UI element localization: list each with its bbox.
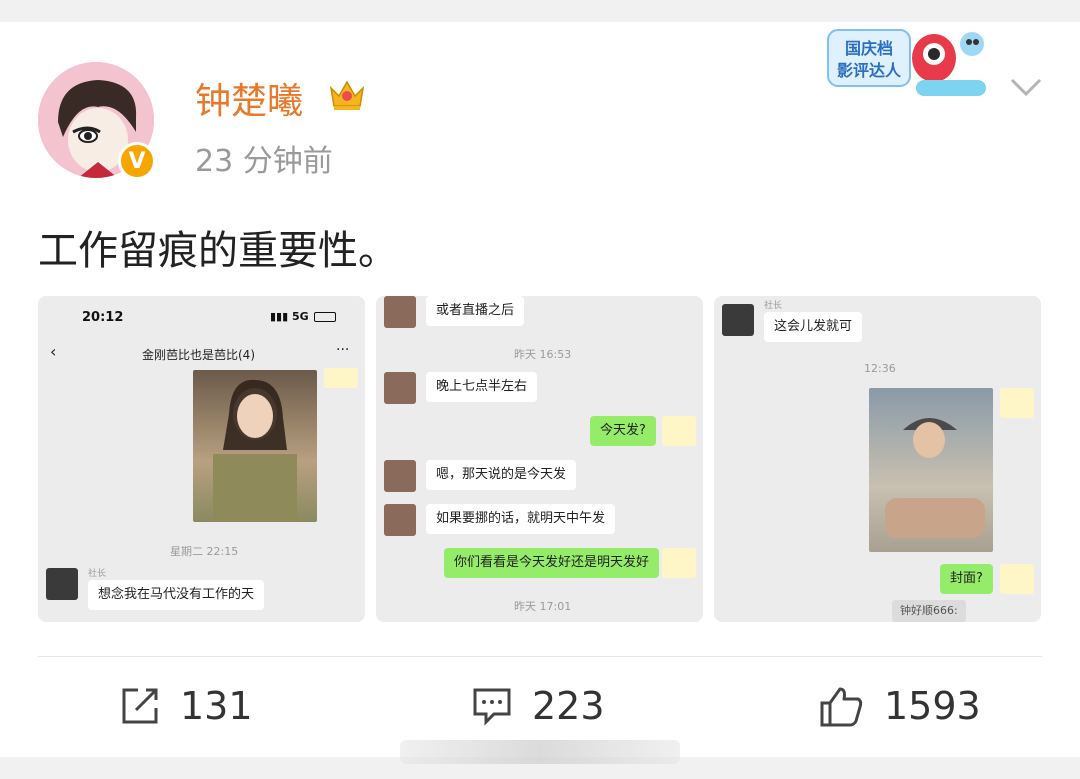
chat-message-self: 你们看看是今天发好还是明天发好: [444, 548, 660, 578]
thumbs-up-icon: [820, 687, 863, 727]
chat-timestamp: 昨天 17:01: [514, 600, 572, 613]
user-avatar: [662, 548, 696, 578]
cat-avatar: [46, 568, 78, 600]
network-label: 5G: [292, 310, 309, 323]
image-thumbnail-1[interactable]: 20:12 ▮▮▮ 5G ‹ 金刚芭比也是芭比(4) ··· 星期二 22:15…: [38, 296, 365, 622]
repost-count: 131: [180, 684, 253, 728]
quoted-message: 钟好顺666:: [892, 600, 966, 622]
more-icon: ···: [336, 342, 350, 358]
sender-avatar: [384, 460, 416, 492]
chat-message: 这会儿发就可: [764, 312, 863, 342]
user-avatar: [1000, 564, 1034, 594]
svg-text:国庆档: 国庆档: [845, 39, 893, 58]
campaign-badge-icon[interactable]: 国庆档 影评达人: [826, 24, 1006, 108]
divider: [38, 656, 1042, 657]
battery-icon: [314, 312, 336, 322]
chat-message-self: 今天发?: [590, 416, 656, 446]
chat-message: 或者直播之后: [426, 296, 525, 326]
signal-icon: ▮▮▮: [270, 310, 289, 323]
image-thumbnail-3[interactable]: 社长 这会儿发就可 12:36 封面? 钟好顺666:: [714, 296, 1041, 622]
like-button[interactable]: 1593: [820, 684, 981, 728]
chat-message: 想念我在马代没有工作的天: [88, 580, 265, 610]
user-avatar: [324, 368, 358, 388]
comment-button[interactable]: 223: [472, 684, 605, 728]
photo-image: [869, 388, 993, 552]
image-thumbnail-2[interactable]: 或者直播之后 昨天 16:53 晚上七点半左右 今天发? 嗯，那天说的是今天发 …: [376, 296, 703, 622]
status-time: 20:12: [82, 310, 124, 325]
username[interactable]: 钟楚曦: [195, 72, 303, 124]
repost-button[interactable]: 131: [120, 684, 253, 728]
chat-message: 嗯，那天说的是今天发: [426, 460, 577, 490]
sender-avatar: [384, 504, 416, 536]
cat-avatar: [722, 304, 754, 336]
chat-timestamp: 昨天 16:53: [514, 348, 572, 361]
chat-message: 晚上七点半左右: [426, 372, 538, 402]
watermark: [400, 740, 680, 764]
user-avatar: [662, 416, 696, 446]
chevron-down-icon[interactable]: [1006, 72, 1046, 102]
user-avatar: [1000, 388, 1034, 418]
post-time: 23 分钟前: [195, 144, 333, 179]
sender-avatar: [384, 296, 416, 328]
chat-message: 如果要挪的话，就明天中午发: [426, 504, 616, 534]
post-text: 工作留痕的重要性。: [38, 228, 398, 274]
chat-title: 金刚芭比也是芭比(4): [142, 348, 255, 362]
repost-icon: [122, 688, 158, 724]
chat-timestamp: 12:36: [864, 362, 896, 375]
svg-text:影评达人: 影评达人: [837, 61, 902, 80]
comment-count: 223: [532, 684, 605, 728]
like-count: 1593: [884, 684, 981, 728]
sender-name: 社长: [88, 569, 107, 579]
verified-badge: V: [118, 142, 156, 180]
sender-name: 社长: [764, 301, 783, 311]
chat-message-self: 封面?: [940, 564, 993, 594]
photo-image: [193, 370, 317, 522]
chat-timestamp: 星期二 22:15: [170, 545, 239, 558]
sender-avatar: [384, 372, 416, 404]
back-icon: ‹: [50, 342, 57, 361]
comment-icon: [473, 688, 511, 726]
crown-icon: [327, 74, 367, 114]
